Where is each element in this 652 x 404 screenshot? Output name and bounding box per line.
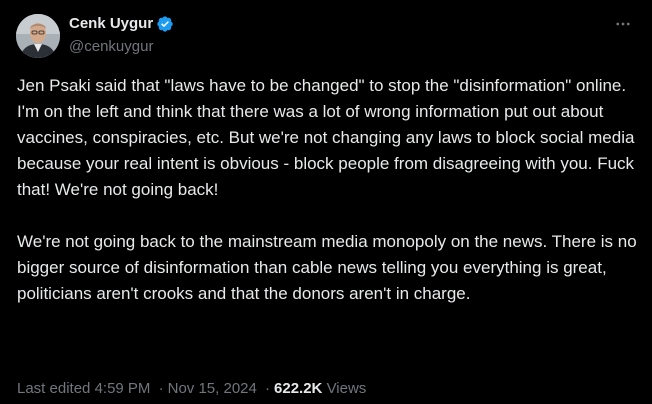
author-handle[interactable]: @cenkuygur [69, 37, 174, 57]
more-options-button[interactable] [612, 14, 634, 34]
meta-separator: · [265, 380, 271, 397]
author-block: Cenk Uygur @cenkuygur [69, 14, 174, 57]
tweet-card: Cenk Uygur @cenkuygur Jen Psaki said tha… [0, 0, 652, 404]
avatar-image [16, 14, 60, 58]
avatar[interactable] [16, 14, 60, 58]
meta-separator: · [158, 380, 164, 397]
tweet-paragraph: We're not going back to the mainstream m… [17, 232, 637, 303]
tweet-text: Jen Psaki said that "laws have to be cha… [17, 73, 637, 307]
name-row: Cenk Uygur [69, 14, 174, 34]
tweet-metadata: Last edited 4:59 PM · Nov 15, 2024 · 622.2… [17, 379, 366, 399]
tweet-date[interactable]: Nov 15, 2024 [168, 380, 257, 397]
edited-label[interactable]: Last edited [17, 380, 90, 397]
views-label: Views [326, 380, 367, 397]
tweet-time[interactable]: 4:59 PM [95, 380, 151, 397]
verified-badge-icon[interactable] [156, 15, 174, 33]
views-count[interactable]: 622.2K [274, 380, 322, 397]
more-horizontal-icon [616, 22, 630, 26]
author-display-name[interactable]: Cenk Uygur [69, 14, 153, 34]
tweet-paragraph: Jen Psaki said that "laws have to be cha… [17, 76, 635, 199]
